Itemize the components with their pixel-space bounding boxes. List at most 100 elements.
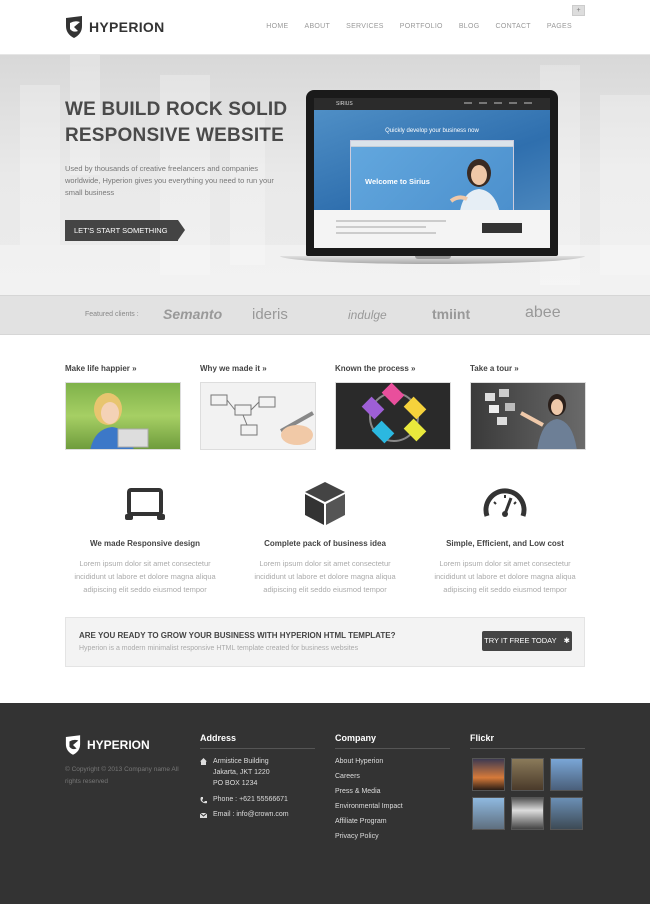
footer-logo[interactable]: HYPERION [65, 735, 150, 755]
screen-inner-browser: Welcome to Sirius [350, 140, 514, 220]
star-icon: ✱ [563, 636, 570, 645]
footer-phone: Phone : +621 55566671 [213, 796, 288, 803]
shield-logo-icon [65, 735, 81, 755]
laptop-mockup: SIRIUS Quickly develop your business now… [280, 90, 585, 268]
hero-title-line-2: RESPONSIVE WEBSITE [65, 125, 284, 146]
service-text: Lorem ipsum dolor sit amet consectetur i… [434, 559, 576, 594]
clients-label: Featured clients : [85, 311, 139, 318]
brand-logo[interactable]: HYPERION [65, 16, 165, 38]
company-heading: Company [335, 733, 377, 743]
service-text: Lorem ipsum dolor sit amet consectetur i… [254, 559, 396, 594]
flowchart-sketch-icon [210, 394, 314, 445]
home-icon [200, 758, 207, 765]
footer-link-affiliate[interactable]: Affiliate Program [335, 818, 387, 825]
site-footer: HYPERION © Copyright © 2013 Company name… [0, 703, 650, 904]
try-free-label: TRY IT FREE TODAY [484, 636, 557, 645]
footer-link-press[interactable]: Press & Media [335, 788, 381, 795]
footer-link-privacy[interactable]: Privacy Policy [335, 833, 379, 840]
woman-photo-icon [449, 159, 501, 219]
process-cycle-photo[interactable] [335, 382, 451, 450]
service-title: Simple, Efficient, and Low cost [446, 539, 564, 548]
service-text: Lorem ipsum dolor sit amet consectetur i… [74, 559, 216, 594]
divider [470, 748, 585, 749]
flickr-thumbnail[interactable] [550, 797, 583, 830]
touchscreen-photo[interactable] [470, 382, 586, 450]
divider [200, 748, 315, 749]
address-line-1: Armistice Building [213, 758, 269, 765]
hero-section: WE BUILD ROCK SOLID RESPONSIVE WEBSITE U… [0, 55, 650, 295]
feature-card[interactable]: Take a tour » [470, 364, 586, 450]
nav-contact[interactable]: CONTACT [495, 23, 530, 30]
shield-logo-icon [66, 16, 82, 38]
service-title: We made Responsive design [89, 539, 201, 548]
start-something-button[interactable]: LET'S START SOMETHING [65, 220, 185, 241]
feature-title[interactable]: Known the process » [335, 364, 451, 382]
feature-title[interactable]: Make life happier » [65, 364, 181, 382]
divider [335, 748, 450, 749]
footer-link-environment[interactable]: Environmental Impact [335, 803, 403, 810]
hero-title: WE BUILD ROCK SOLID RESPONSIVE WEBSITE [65, 97, 295, 149]
service-title: Complete pack of business idea [264, 539, 386, 548]
hero-title-line-1: WE BUILD ROCK SOLID [65, 99, 288, 120]
feature-card[interactable]: Why we made it » [200, 364, 316, 450]
screen-brand: SIRIUS [336, 101, 353, 107]
footer-copyright: © Copyright © 2013 Company name All righ… [65, 766, 179, 785]
screen-footer-strip [314, 210, 550, 248]
service-card: Complete pack of business idea Lorem ips… [245, 480, 405, 596]
nav-pages[interactable]: PAGES [547, 23, 572, 30]
email-icon [200, 812, 207, 818]
client-logo-ideris: ideris [252, 306, 288, 323]
cta-box: ARE YOU READY TO GROW YOUR BUSINESS WITH… [65, 617, 585, 667]
flickr-thumbnail[interactable] [472, 797, 505, 830]
flickr-thumbnail[interactable] [511, 797, 544, 830]
tablet-icon [125, 488, 165, 520]
footer-brand-name: HYPERION [87, 738, 150, 752]
laptop-screen: SIRIUS Quickly develop your business now… [314, 98, 550, 248]
screen-banner: Quickly develop your business now Welcom… [314, 110, 550, 220]
flickr-thumbnail[interactable] [511, 758, 544, 791]
service-card: We made Responsive design Lorem ipsum do… [65, 480, 225, 596]
main-nav: HOME ABOUT SERVICES PORTFOLIO BLOG CONTA… [266, 23, 572, 30]
footer-email[interactable]: Email : info@crown.com [213, 811, 289, 818]
feature-card[interactable]: Known the process » [335, 364, 451, 450]
feature-card[interactable]: Make life happier » [65, 364, 181, 450]
address-heading: Address [200, 733, 237, 743]
nav-blog[interactable]: BLOG [459, 23, 480, 30]
screen-welcome-text: Welcome to Sirius [365, 177, 430, 186]
touchscreen-icon [485, 389, 577, 449]
address-line-2: Jakarta, JKT 1220 [213, 769, 270, 776]
client-logo-indulge: indulge [348, 308, 387, 322]
screen-navbar: SIRIUS [314, 98, 550, 110]
clients-strip: Featured clients : Semanto ideris indulg… [0, 295, 650, 335]
service-card: Simple, Efficient, and Low cost Lorem ip… [425, 480, 585, 596]
try-free-button[interactable]: TRY IT FREE TODAY ✱ [482, 631, 572, 651]
client-logo-tmiint: tmiint [432, 306, 471, 322]
nav-about[interactable]: ABOUT [304, 23, 330, 30]
site-header: HYPERION HOME ABOUT SERVICES PORTFOLIO B… [0, 0, 650, 55]
nav-services[interactable]: SERVICES [346, 23, 384, 30]
feature-title[interactable]: Take a tour » [470, 364, 586, 382]
flickr-heading: Flickr [470, 733, 495, 743]
feature-title[interactable]: Why we made it » [200, 364, 316, 382]
nav-home[interactable]: HOME [266, 23, 288, 30]
woman-laptop-icon [90, 393, 149, 449]
brand-name: HYPERION [89, 19, 165, 35]
nav-portfolio[interactable]: PORTFOLIO [400, 23, 443, 30]
cta-title: ARE YOU READY TO GROW YOUR BUSINESS WITH… [79, 631, 396, 640]
footer-link-about[interactable]: About Hyperion [335, 758, 383, 765]
flickr-thumbnail[interactable] [472, 758, 505, 791]
client-logo-semanto: Semanto [163, 306, 223, 322]
speedometer-icon [483, 488, 527, 517]
address-line-3: PO BOX 1234 [213, 780, 258, 787]
flickr-thumbnail[interactable] [550, 758, 583, 791]
hero-description: Used by thousands of creative freelancer… [65, 164, 274, 197]
cube-icon [305, 482, 345, 525]
phone-icon [200, 797, 207, 804]
footer-link-careers[interactable]: Careers [335, 773, 360, 780]
sketch-flowchart-photo[interactable] [200, 382, 316, 450]
client-logo-abee: abee [525, 304, 561, 321]
laptop-notch [415, 256, 451, 259]
screen-headline: Quickly develop your business now [385, 128, 479, 134]
search-toggle-button[interactable]: + [572, 5, 585, 16]
woman-laptop-photo[interactable] [65, 382, 181, 450]
